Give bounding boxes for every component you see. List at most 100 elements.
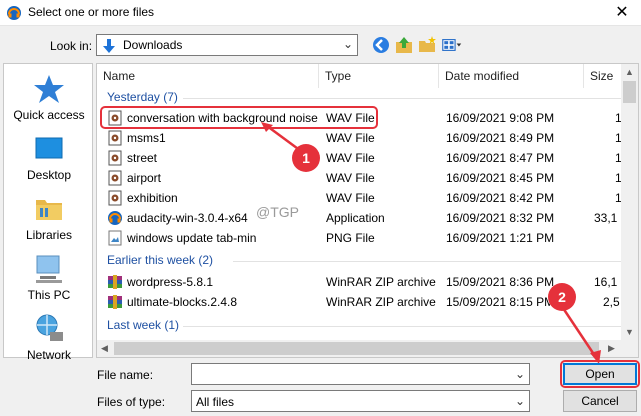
- place-this-pc[interactable]: This PC: [4, 252, 94, 302]
- computer-icon: [36, 255, 62, 283]
- file-row[interactable]: wordpress-5.8.1 WinRAR ZIP archive 15/09…: [97, 272, 622, 292]
- new-folder-icon[interactable]: [417, 35, 437, 55]
- scroll-corner: [621, 340, 638, 357]
- file-date: 16/09/2021 8:42 PM: [446, 191, 555, 205]
- file-row[interactable]: exhibition WAV File 16/09/2021 8:42 PM 1: [97, 188, 622, 208]
- look-in-label: Look in:: [50, 39, 93, 53]
- scroll-up-icon[interactable]: ▲: [625, 67, 634, 77]
- file-name: ultimate-blocks.2.4.8: [127, 295, 238, 309]
- chevron-down-icon: ⌄: [514, 394, 525, 408]
- back-icon[interactable]: [371, 35, 391, 55]
- file-type: WAV File: [326, 151, 375, 165]
- image-file-icon: [108, 230, 122, 246]
- chevron-down-icon[interactable]: ⌄: [515, 367, 525, 381]
- place-network[interactable]: Network: [4, 312, 94, 362]
- place-label: Libraries: [25, 228, 73, 242]
- place-label: Quick access: [13, 108, 85, 122]
- star-icon: [34, 75, 64, 103]
- up-folder-icon[interactable]: [394, 35, 414, 55]
- look-in-dropdown[interactable]: Downloads ⌄: [96, 34, 358, 56]
- file-type: WinRAR ZIP archive: [326, 295, 436, 309]
- file-name-input[interactable]: ⌄: [191, 363, 530, 385]
- audio-file-icon: [108, 150, 122, 166]
- file-size: 33,1: [594, 211, 618, 225]
- column-header-name[interactable]: Name: [97, 64, 319, 88]
- audio-file-icon: [108, 190, 122, 206]
- file-date: 16/09/2021 8:32 PM: [446, 211, 555, 225]
- watermark: @TGP: [256, 204, 299, 220]
- audacity-app-icon: [108, 211, 122, 225]
- annotation-arrow-2: [561, 307, 601, 364]
- winrar-icon: [108, 275, 122, 289]
- scroll-left-icon[interactable]: ◀: [101, 343, 108, 354]
- vertical-scrollbar[interactable]: ▲ ▼: [621, 64, 638, 341]
- winrar-icon: [108, 295, 122, 309]
- column-header-type[interactable]: Type: [319, 64, 439, 88]
- file-name: msms1: [127, 131, 166, 145]
- file-name: exhibition: [127, 191, 178, 205]
- place-desktop[interactable]: Desktop: [4, 132, 94, 182]
- file-row[interactable]: windows update tab-min PNG File 16/09/20…: [97, 228, 622, 248]
- open-button[interactable]: Open: [563, 363, 637, 385]
- close-button[interactable]: ✕: [609, 2, 635, 24]
- cancel-button[interactable]: Cancel: [563, 390, 637, 412]
- highlight-box-file: [100, 106, 378, 129]
- file-type-select[interactable]: All files ⌄: [191, 390, 530, 412]
- file-date: 16/09/2021 8:49 PM: [446, 131, 555, 145]
- download-arrow-icon: [103, 39, 115, 53]
- places-bar: Quick access Desktop Libraries This PC N…: [3, 63, 94, 362]
- file-name-label: File name:: [97, 368, 154, 382]
- look-in-value: Downloads: [123, 38, 183, 52]
- file-type-label: Files of type:: [97, 395, 166, 409]
- file-name: windows update tab-min: [127, 231, 257, 245]
- group-divider: [233, 261, 623, 262]
- file-type: WAV File: [326, 131, 375, 145]
- place-label: This PC: [27, 288, 71, 302]
- group-header-earlier-this-week[interactable]: Earlier this week (2): [107, 253, 213, 267]
- column-header-date-modified[interactable]: Date modified: [439, 64, 584, 88]
- file-date: 16/09/2021 1:21 PM: [446, 231, 555, 245]
- file-date: 16/09/2021 8:45 PM: [446, 171, 555, 185]
- group-header-yesterday[interactable]: Yesterday (7): [107, 90, 178, 104]
- file-name: airport: [127, 171, 162, 185]
- horizontal-scrollbar[interactable]: ◀ ▶: [97, 340, 623, 357]
- step-badge-1: 1: [292, 144, 320, 172]
- place-quick-access[interactable]: Quick access: [4, 72, 94, 122]
- file-row[interactable]: ultimate-blocks.2.4.8 WinRAR ZIP archive…: [97, 292, 622, 312]
- file-name: street: [127, 151, 158, 165]
- audio-file-icon: [108, 170, 122, 186]
- scroll-down-icon[interactable]: ▼: [625, 327, 634, 337]
- file-row[interactable]: msms1 WAV File 16/09/2021 8:49 PM 1: [97, 128, 622, 148]
- file-date: 15/09/2021 8:36 PM: [446, 275, 555, 289]
- network-icon: [36, 314, 63, 341]
- group-header-last-week[interactable]: Last week (1): [107, 318, 179, 332]
- file-date: 16/09/2021 8:47 PM: [446, 151, 555, 165]
- file-name: wordpress-5.8.1: [127, 275, 214, 289]
- scroll-thumb[interactable]: [623, 81, 636, 103]
- file-type: WAV File: [326, 191, 375, 205]
- group-divider: [183, 98, 623, 99]
- file-row[interactable]: street WAV File 16/09/2021 8:47 PM 1: [97, 148, 622, 168]
- file-row[interactable]: audacity-win-3.0.4-x64 Application 16/09…: [97, 208, 622, 228]
- libraries-icon: [36, 200, 62, 220]
- file-row[interactable]: airport WAV File 16/09/2021 8:45 PM 1: [97, 168, 622, 188]
- desktop-icon: [35, 137, 63, 159]
- file-date: 15/09/2021 8:15 PM: [446, 295, 555, 309]
- view-menu-icon[interactable]: [442, 35, 462, 55]
- place-libraries[interactable]: Libraries: [4, 192, 94, 242]
- file-type: Application: [326, 211, 385, 225]
- close-icon: ✕: [615, 4, 629, 21]
- place-label: Desktop: [26, 168, 72, 182]
- window-title: Select one or more files: [28, 5, 155, 19]
- file-size: 16,1: [594, 275, 618, 289]
- file-type: WinRAR ZIP archive: [326, 275, 436, 289]
- file-name: audacity-win-3.0.4-x64: [127, 211, 248, 225]
- place-label: Network: [26, 348, 71, 362]
- column-header-size[interactable]: Size: [584, 64, 624, 88]
- file-type: PNG File: [326, 231, 375, 245]
- scroll-right-icon[interactable]: ▶: [608, 343, 615, 354]
- scroll-thumb[interactable]: [114, 342, 599, 355]
- audacity-icon: [7, 6, 21, 20]
- file-type: WAV File: [326, 171, 375, 185]
- title-bar: Select one or more files ✕: [0, 0, 641, 26]
